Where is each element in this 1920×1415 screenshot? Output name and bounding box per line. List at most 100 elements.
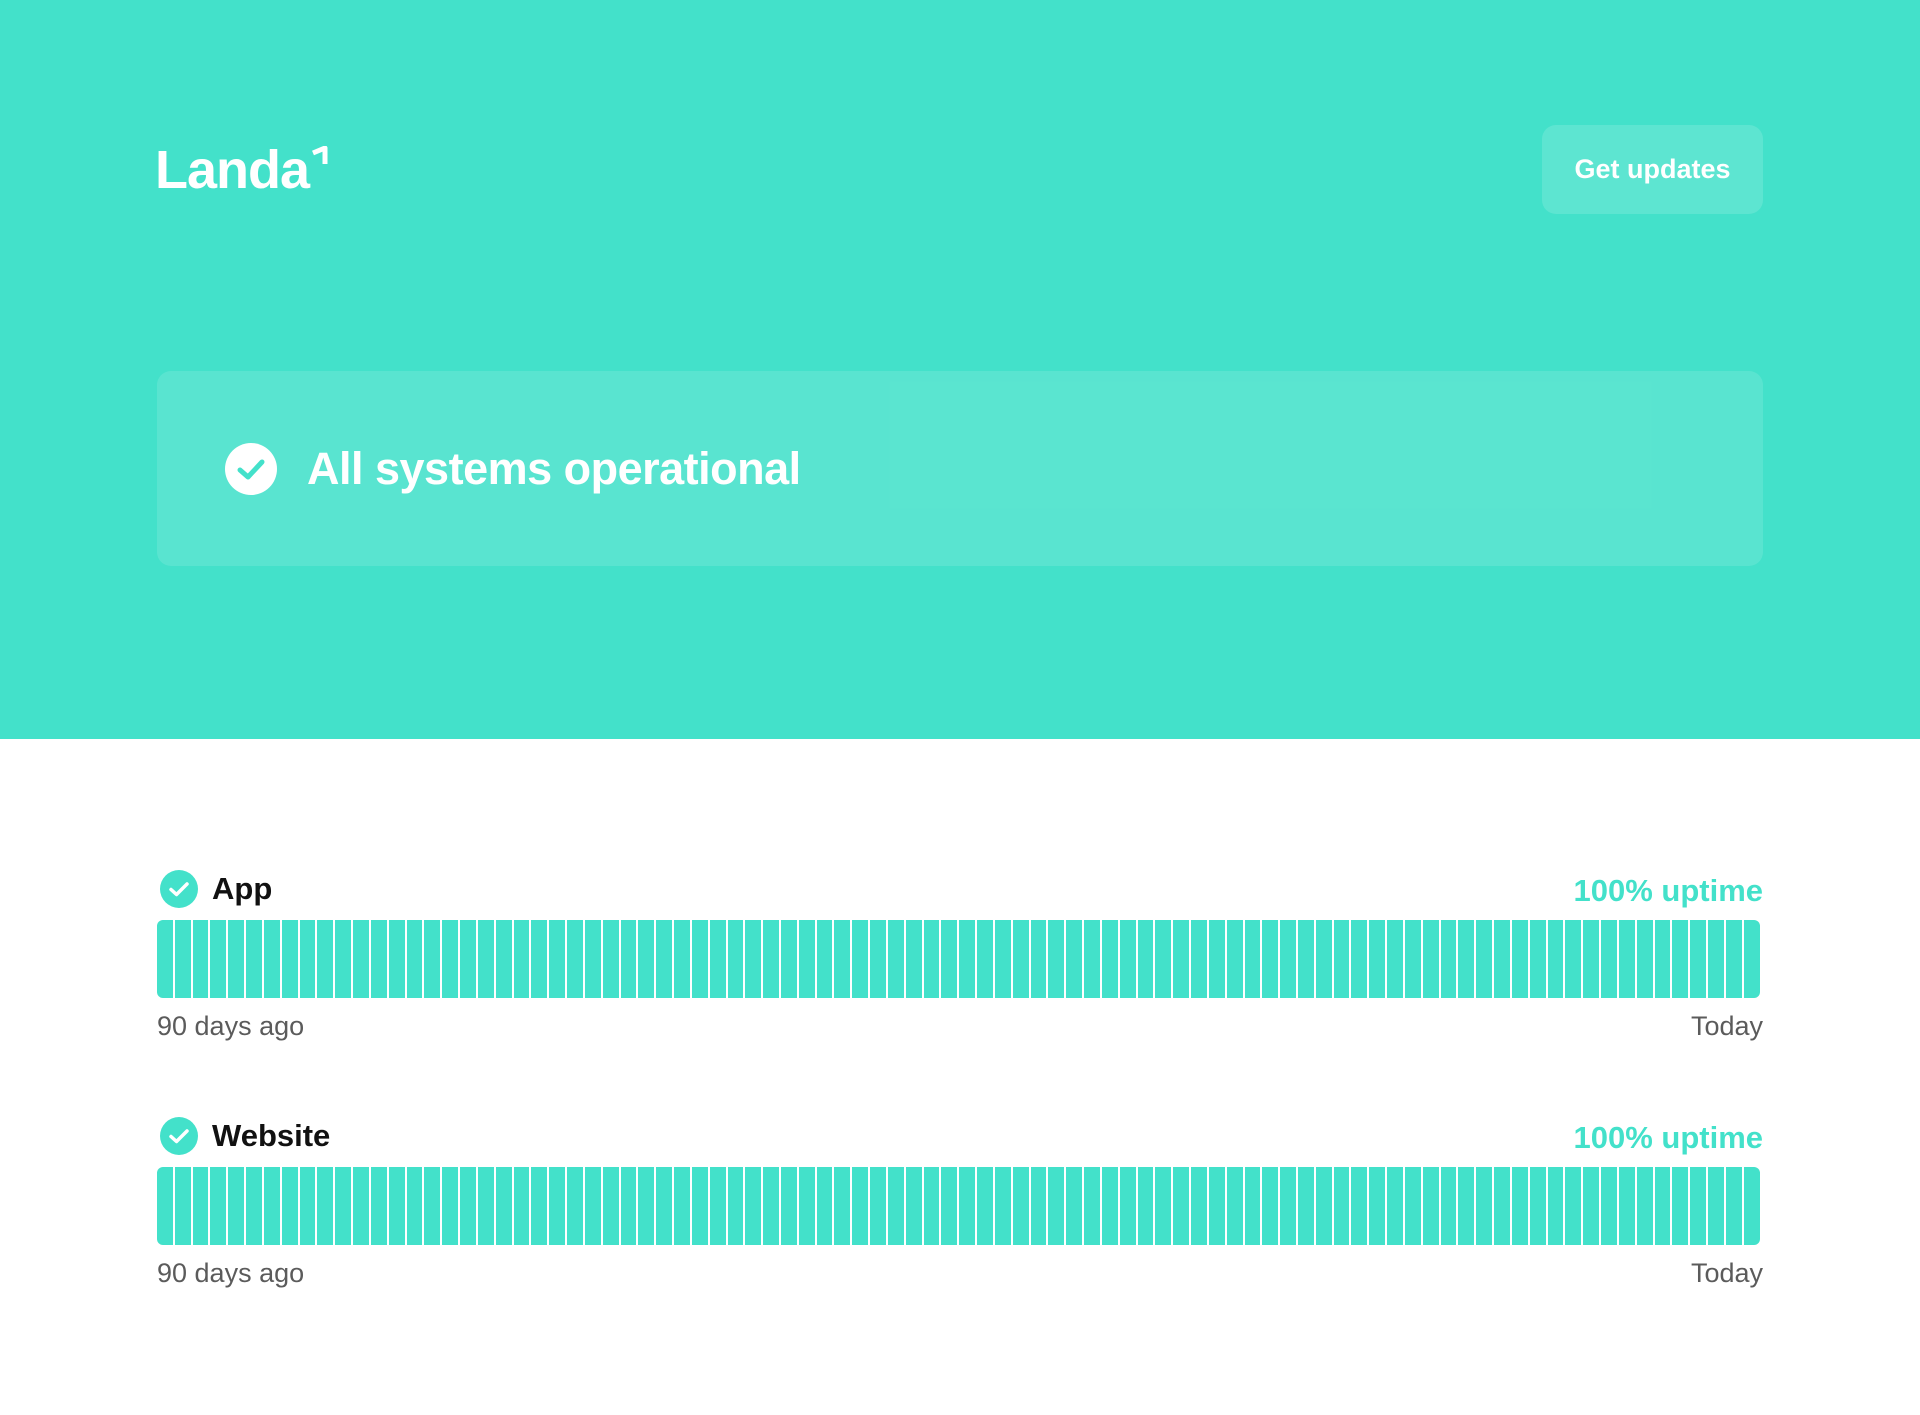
- uptime-day-bar[interactable]: [1084, 1167, 1102, 1245]
- uptime-day-bar[interactable]: [977, 1167, 995, 1245]
- uptime-day-bar[interactable]: [763, 1167, 781, 1245]
- uptime-day-bar[interactable]: [1298, 920, 1316, 998]
- uptime-day-bar[interactable]: [780, 920, 799, 998]
- uptime-day-bar[interactable]: [638, 920, 657, 998]
- uptime-day-bar[interactable]: [1565, 920, 1584, 998]
- uptime-day-bar[interactable]: [157, 920, 175, 998]
- uptime-day-bar[interactable]: [1404, 1167, 1423, 1245]
- uptime-day-bar[interactable]: [388, 920, 407, 998]
- uptime-day-bar[interactable]: [531, 1167, 550, 1245]
- uptime-day-bar[interactable]: [887, 1167, 906, 1245]
- uptime-day-bar[interactable]: [1708, 1167, 1726, 1245]
- get-updates-button[interactable]: Get updates: [1542, 125, 1763, 214]
- uptime-day-bar[interactable]: [495, 920, 514, 998]
- uptime-day-bar[interactable]: [923, 920, 942, 998]
- uptime-day-bar[interactable]: [335, 920, 354, 998]
- uptime-day-bar[interactable]: [887, 920, 906, 998]
- uptime-day-bar[interactable]: [1137, 1167, 1156, 1245]
- uptime-day-bar[interactable]: [1690, 920, 1709, 998]
- logo[interactable]: Landa: [155, 140, 331, 200]
- uptime-day-bar[interactable]: [1262, 1167, 1281, 1245]
- uptime-day-bar[interactable]: [1654, 920, 1673, 998]
- uptime-day-bar[interactable]: [870, 920, 888, 998]
- uptime-day-bar[interactable]: [798, 1167, 817, 1245]
- uptime-day-bar[interactable]: [1618, 920, 1637, 998]
- uptime-day-bar[interactable]: [370, 1167, 389, 1245]
- uptime-day-bar[interactable]: [727, 1167, 746, 1245]
- uptime-day-bar[interactable]: [1422, 1167, 1441, 1245]
- uptime-day-bar[interactable]: [228, 920, 247, 998]
- uptime-day-bar[interactable]: [477, 920, 496, 998]
- uptime-day-bar[interactable]: [460, 1167, 478, 1245]
- uptime-day-bar[interactable]: [1494, 920, 1512, 998]
- uptime-day-bar[interactable]: [1387, 920, 1405, 998]
- uptime-day-bar[interactable]: [246, 1167, 264, 1245]
- uptime-day-bar[interactable]: [1583, 920, 1602, 998]
- uptime-day-bar[interactable]: [1315, 920, 1334, 998]
- uptime-day-bar[interactable]: [656, 920, 675, 998]
- uptime-day-bar[interactable]: [317, 920, 336, 998]
- uptime-day-bar[interactable]: [709, 920, 728, 998]
- uptime-day-bar[interactable]: [1654, 1167, 1673, 1245]
- uptime-day-bar[interactable]: [210, 1167, 229, 1245]
- uptime-day-bar[interactable]: [263, 920, 282, 998]
- uptime-day-bar[interactable]: [745, 920, 764, 998]
- uptime-day-bar[interactable]: [1458, 1167, 1477, 1245]
- uptime-day-bar[interactable]: [1226, 920, 1245, 998]
- uptime-day-bar[interactable]: [192, 1167, 211, 1245]
- uptime-day-bar[interactable]: [816, 1167, 835, 1245]
- uptime-day-bar[interactable]: [513, 1167, 532, 1245]
- uptime-day-bar[interactable]: [495, 1167, 514, 1245]
- uptime-day-bar[interactable]: [317, 1167, 336, 1245]
- uptime-day-bar[interactable]: [353, 920, 371, 998]
- uptime-day-bar[interactable]: [531, 920, 550, 998]
- uptime-day-bar[interactable]: [299, 1167, 318, 1245]
- uptime-day-bar[interactable]: [923, 1167, 942, 1245]
- uptime-day-bar[interactable]: [1119, 920, 1138, 998]
- uptime-day-bar[interactable]: [370, 920, 389, 998]
- uptime-day-bar[interactable]: [210, 920, 229, 998]
- uptime-day-bar[interactable]: [477, 1167, 496, 1245]
- uptime-day-bar[interactable]: [1137, 920, 1156, 998]
- uptime-day-bar[interactable]: [638, 1167, 657, 1245]
- uptime-day-bar[interactable]: [1547, 920, 1566, 998]
- uptime-day-bar[interactable]: [1725, 920, 1744, 998]
- uptime-day-bar[interactable]: [299, 920, 318, 998]
- uptime-day-bar[interactable]: [941, 920, 960, 998]
- uptime-day-bar[interactable]: [1547, 1167, 1566, 1245]
- uptime-day-bar[interactable]: [1565, 1167, 1584, 1245]
- uptime-day-bar[interactable]: [1155, 920, 1174, 998]
- uptime-day-bar[interactable]: [1048, 1167, 1067, 1245]
- uptime-day-bar[interactable]: [1280, 920, 1298, 998]
- uptime-day-bar[interactable]: [1476, 920, 1495, 998]
- uptime-day-bar[interactable]: [424, 1167, 443, 1245]
- uptime-day-bar[interactable]: [602, 1167, 621, 1245]
- uptime-day-bar[interactable]: [727, 920, 746, 998]
- uptime-day-bar[interactable]: [1280, 1167, 1298, 1245]
- uptime-day-bar[interactable]: [1743, 1167, 1760, 1245]
- uptime-day-bar[interactable]: [442, 920, 461, 998]
- uptime-day-bar[interactable]: [1084, 920, 1102, 998]
- uptime-day-bar[interactable]: [424, 920, 443, 998]
- uptime-day-bar[interactable]: [1494, 1167, 1512, 1245]
- uptime-day-bar[interactable]: [1351, 920, 1370, 998]
- uptime-day-bar[interactable]: [780, 1167, 799, 1245]
- uptime-day-bar[interactable]: [1708, 920, 1726, 998]
- uptime-day-bar[interactable]: [174, 920, 193, 998]
- uptime-day-bar[interactable]: [1066, 920, 1085, 998]
- uptime-day-bar[interactable]: [192, 920, 211, 998]
- uptime-day-bar[interactable]: [905, 920, 924, 998]
- uptime-day-bar[interactable]: [674, 1167, 692, 1245]
- uptime-day-bar[interactable]: [442, 1167, 461, 1245]
- uptime-day-bar[interactable]: [620, 1167, 639, 1245]
- uptime-day-bar[interactable]: [1601, 920, 1619, 998]
- uptime-day-bar[interactable]: [691, 920, 710, 998]
- uptime-day-bar[interactable]: [1244, 920, 1263, 998]
- uptime-day-bar[interactable]: [281, 1167, 300, 1245]
- uptime-day-bar[interactable]: [1173, 1167, 1192, 1245]
- uptime-day-bar[interactable]: [1155, 1167, 1174, 1245]
- uptime-day-bar[interactable]: [1048, 920, 1067, 998]
- uptime-day-bar[interactable]: [674, 920, 692, 998]
- uptime-day-bar[interactable]: [1101, 1167, 1120, 1245]
- uptime-day-bar[interactable]: [1173, 920, 1192, 998]
